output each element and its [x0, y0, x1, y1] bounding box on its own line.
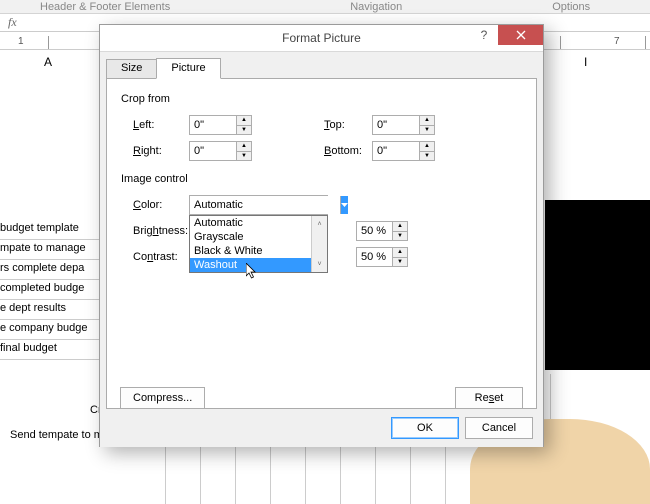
spin-down-icon[interactable]: ▼ [393, 258, 407, 267]
tab-size[interactable]: Size [106, 59, 157, 78]
scroll-down-icon[interactable]: ˅ [312, 256, 327, 272]
brightness-label: Brightness: [121, 225, 189, 237]
dialog-titlebar[interactable]: Format Picture ? [100, 25, 543, 52]
compress-button[interactable]: Compress... [120, 387, 205, 409]
color-dropdown-list: Automatic Grayscale Black & White Washou… [189, 215, 328, 273]
dropdown-button[interactable] [340, 196, 348, 214]
left-label: Left: [121, 119, 189, 131]
spin-down-icon[interactable]: ▼ [237, 152, 251, 161]
color-option-blackwhite[interactable]: Black & White [190, 244, 327, 258]
cancel-button[interactable]: Cancel [465, 417, 533, 439]
spin-up-icon[interactable]: ▲ [393, 248, 407, 258]
spin-down-icon[interactable]: ▼ [237, 126, 251, 135]
dropdown-scrollbar[interactable]: ˄ ˅ [311, 216, 327, 272]
color-option-automatic[interactable]: Automatic [190, 216, 327, 230]
spin-up-icon[interactable]: ▲ [420, 142, 434, 152]
spin-up-icon[interactable]: ▲ [237, 142, 251, 152]
ribbon-group-label: Options [552, 1, 590, 13]
contrast-label: Contrast: [121, 251, 189, 263]
help-button[interactable]: ? [470, 25, 498, 45]
tab-strip: Size Picture [106, 58, 537, 79]
spin-down-icon[interactable]: ▼ [393, 232, 407, 241]
reset-button[interactable]: Reset [455, 387, 523, 409]
crop-from-label: Crop from [121, 93, 522, 105]
spin-up-icon[interactable]: ▲ [393, 222, 407, 232]
bottom-label: Bottom: [314, 145, 372, 157]
crop-left-input[interactable]: ▲▼ [189, 115, 252, 135]
format-picture-dialog: Format Picture ? Size Picture Crop from … [99, 24, 544, 447]
color-option-washout[interactable]: Washout [190, 258, 327, 272]
contrast-input[interactable]: ▲▼ [356, 247, 408, 267]
column-header-a[interactable]: A [44, 55, 52, 69]
chart-bar [545, 200, 650, 370]
fx-icon[interactable]: fx [8, 15, 17, 30]
crop-top-input[interactable]: ▲▼ [372, 115, 435, 135]
ribbon-groups: Header & Footer Elements Navigation Opti… [0, 0, 650, 14]
color-combobox[interactable]: Automatic Grayscale Black & White Washou… [189, 195, 328, 215]
spin-down-icon[interactable]: ▼ [420, 152, 434, 161]
scroll-up-icon[interactable]: ˄ [312, 216, 327, 232]
tab-picture[interactable]: Picture [156, 58, 220, 79]
right-label: Right: [121, 145, 189, 157]
crop-right-input[interactable]: ▲▼ [189, 141, 252, 161]
chevron-down-icon [341, 203, 348, 207]
ribbon-group-label: Header & Footer Elements [40, 1, 170, 13]
top-label: Top: [314, 119, 372, 131]
picture-tab-panel: Crop from Left: ▲▼ Top: ▲▼ Right: ▲▼ [106, 79, 537, 409]
image-control-label: Image control [121, 173, 522, 185]
spin-down-icon[interactable]: ▼ [420, 126, 434, 135]
ribbon-group-label: Navigation [350, 1, 402, 13]
spin-up-icon[interactable]: ▲ [237, 116, 251, 126]
color-label: Color: [121, 199, 189, 211]
ok-button[interactable]: OK [391, 417, 459, 439]
color-option-grayscale[interactable]: Grayscale [190, 230, 327, 244]
close-button[interactable] [498, 25, 543, 45]
close-icon [516, 30, 526, 40]
crop-bottom-input[interactable]: ▲▼ [372, 141, 435, 161]
column-header-i[interactable]: I [584, 55, 587, 69]
dialog-title: Format Picture [282, 31, 361, 45]
chart-area [530, 200, 650, 400]
brightness-input[interactable]: ▲▼ [356, 221, 408, 241]
spin-up-icon[interactable]: ▲ [420, 116, 434, 126]
